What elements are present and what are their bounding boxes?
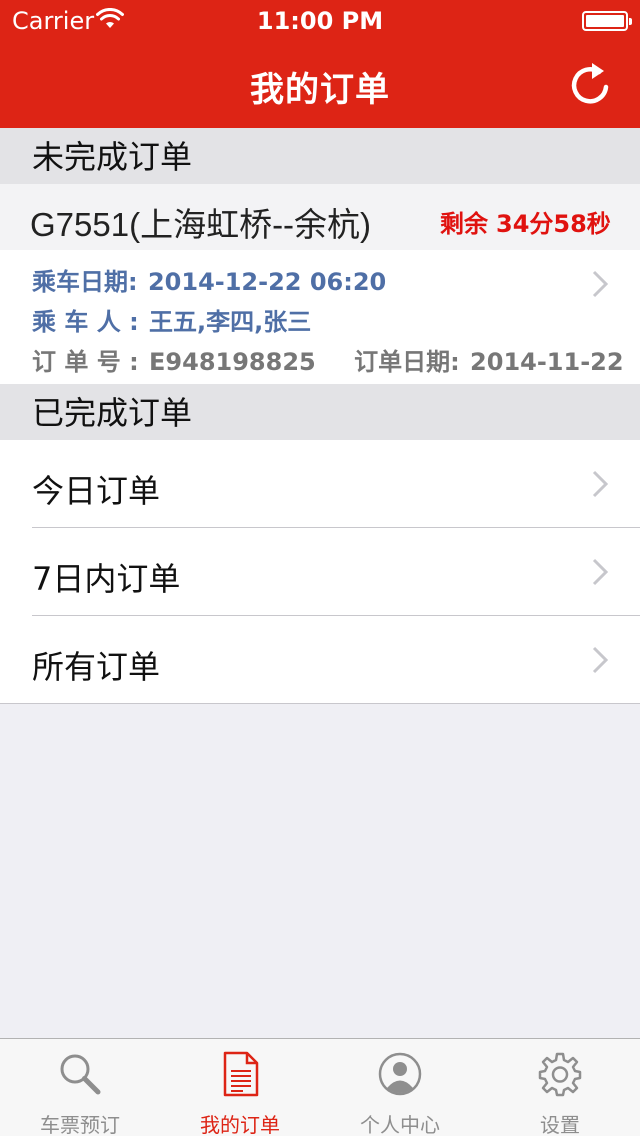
chevron-right-icon <box>592 646 608 674</box>
refresh-icon[interactable] <box>568 60 612 106</box>
list-item-label: 今日订单 <box>32 472 161 510</box>
order-date-label: 订单日期: <box>354 348 460 376</box>
pending-section-header: 未完成订单 <box>0 128 640 184</box>
document-icon <box>223 1051 259 1097</box>
list-item-today-orders[interactable]: 今日订单 <box>0 440 640 528</box>
search-icon <box>60 1054 101 1095</box>
remain-label: 剩余 <box>440 210 488 238</box>
header-bar: Carrier 11:00 PM 我的订单 <box>0 0 640 128</box>
tab-label: 设置 <box>540 1113 580 1136</box>
passengers-label: 乘 车 人 : <box>32 308 139 336</box>
chevron-right-icon <box>592 558 608 586</box>
order-date-value: 2014-11-22 <box>470 348 624 376</box>
list-item-label: 所有订单 <box>32 648 161 686</box>
chevron-right-icon <box>592 270 608 298</box>
list-item-label: 7日内订单 <box>32 560 181 598</box>
order-number-line: 订 单 号 : E948198825 订单日期: 2014-11-22 <box>32 342 624 377</box>
completed-section-header: 已完成订单 <box>0 384 640 440</box>
order-train: G7551(上海虹桥--余杭) <box>30 206 372 243</box>
person-icon <box>378 1052 422 1096</box>
pending-order-detail[interactable]: 乘车日期: 2014-12-22 06:20 乘 车 人 : 王五,李四,张三 … <box>0 250 640 384</box>
ride-date-label: 乘车日期: <box>32 268 138 296</box>
status-time: 11:00 PM <box>256 7 384 35</box>
passengers-value: 王五,李四,张三 <box>149 308 312 336</box>
remain-time: 34分58秒 <box>496 210 611 238</box>
list-item-7day-orders[interactable]: 7日内订单 <box>0 528 640 616</box>
order-no-value: E948198825 <box>149 348 316 376</box>
list-item-all-orders[interactable]: 所有订单 <box>0 616 640 704</box>
ride-date-line: 乘车日期: 2014-12-22 06:20 <box>32 262 386 297</box>
status-bar: Carrier 11:00 PM <box>0 0 640 40</box>
tab-settings[interactable]: 设置 <box>480 1039 640 1136</box>
tab-label: 车票预订 <box>40 1113 120 1136</box>
passengers-line: 乘 车 人 : 王五,李四,张三 <box>32 302 311 337</box>
order-no-label: 订 单 号 : <box>32 348 139 376</box>
pending-order-summary[interactable]: G7551(上海虹桥--余杭) 剩余 34分58秒 <box>0 184 640 250</box>
tab-my-orders[interactable]: 我的订单 <box>160 1039 320 1136</box>
tab-label: 我的订单 <box>200 1113 280 1136</box>
page-title: 我的订单 <box>250 70 390 110</box>
tab-ticket-booking[interactable]: 车票预订 <box>0 1039 160 1136</box>
tab-bar: 车票预订 我的订单 个人中心 设置 <box>0 1038 640 1136</box>
gear-icon <box>538 1052 582 1097</box>
row-divider <box>0 703 640 704</box>
battery-icon <box>582 11 632 31</box>
tab-label: 个人中心 <box>360 1113 440 1136</box>
order-remaining-time: 剩余 34分58秒 <box>440 204 611 239</box>
tab-personal-center[interactable]: 个人中心 <box>320 1039 480 1136</box>
chevron-right-icon <box>592 470 608 498</box>
ride-date-value: 2014-12-22 06:20 <box>147 268 387 296</box>
